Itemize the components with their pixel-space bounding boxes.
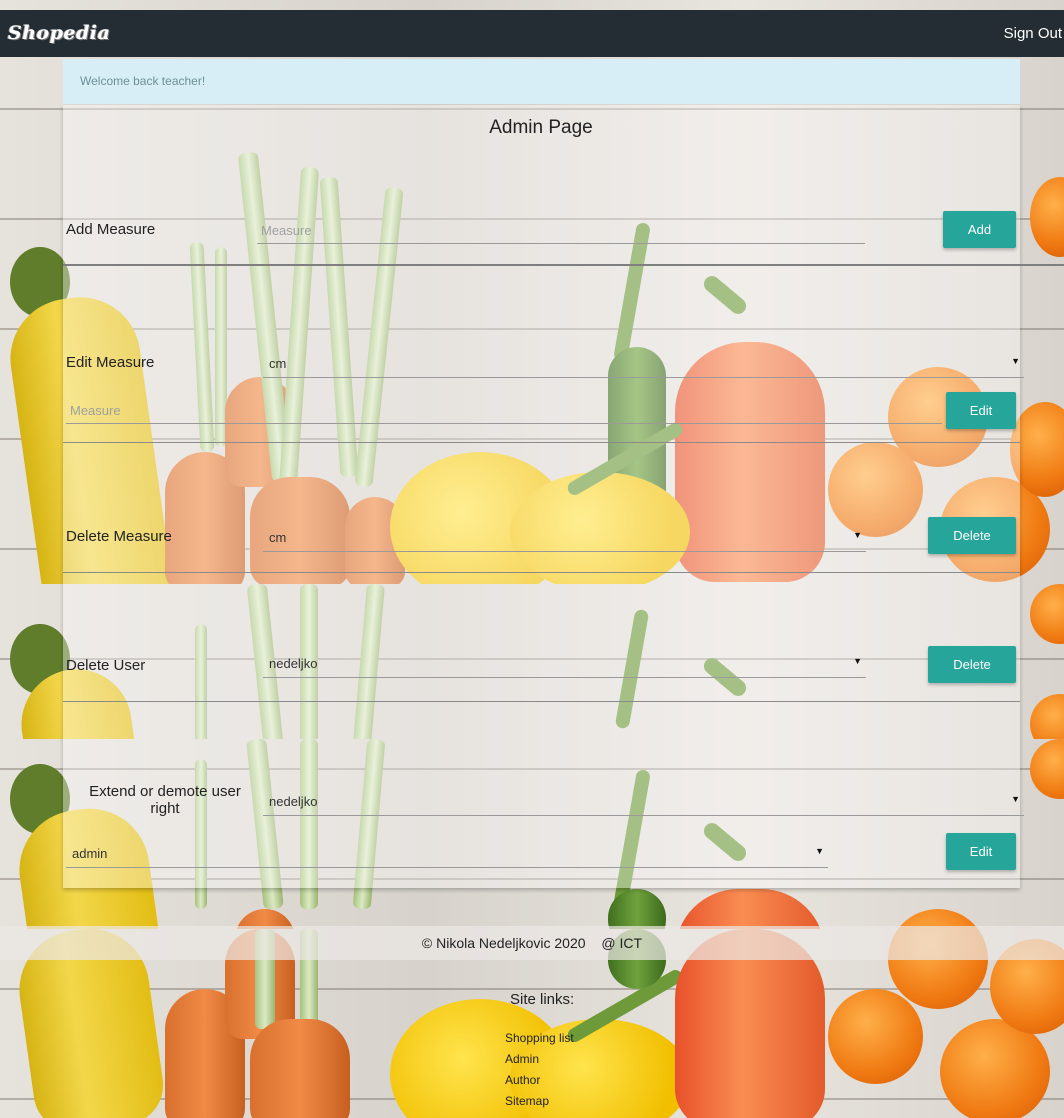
site-links-title: Site links:	[510, 991, 575, 1008]
delete-user-select[interactable]: nedeljko ▼	[263, 652, 866, 678]
user-rights-user-selected: nedeljko	[269, 794, 318, 809]
edit-measure-select[interactable]: cm ▼	[263, 352, 1024, 378]
section-divider	[63, 442, 1020, 443]
user-rights-label: Extend or demote user right	[70, 783, 260, 817]
footer-link-sitemap[interactable]: Sitemap	[505, 1094, 549, 1108]
caret-down-icon: ▼	[1011, 794, 1020, 804]
caret-down-icon: ▼	[815, 846, 824, 856]
footer-copyright: © Nikola Nedeljkovic 2020	[421, 935, 586, 951]
edit-measure-selected: cm	[269, 356, 287, 371]
user-rights-role-select[interactable]: admin ▼	[66, 842, 828, 868]
caret-down-icon: ▼	[1011, 356, 1020, 366]
delete-measure-selected: cm	[269, 530, 287, 545]
section-divider	[63, 701, 1020, 702]
section-divider	[63, 264, 1064, 266]
edit-measure-button[interactable]: Edit	[946, 392, 1016, 429]
sign-out-link[interactable]: Sign Out	[1004, 25, 1062, 42]
delete-user-label: Delete User	[66, 657, 146, 674]
user-rights-edit-button[interactable]: Edit	[946, 833, 1016, 870]
user-rights-role-selected: admin	[72, 846, 108, 861]
footer-bar: © Nikola Nedeljkovic 2020 @ ICT	[0, 926, 1064, 960]
brand-logo[interactable]: Shopedia	[8, 22, 110, 44]
footer-link-author[interactable]: Author	[505, 1073, 540, 1087]
caret-down-icon: ▼	[853, 656, 862, 666]
add-measure-button[interactable]: Add	[943, 211, 1016, 248]
section-divider	[63, 572, 1020, 573]
footer-org: @ ICT	[601, 935, 643, 951]
delete-user-selected: nedeljko	[269, 656, 318, 671]
user-rights-label-line2: right	[150, 800, 180, 817]
delete-user-button[interactable]: Delete	[928, 646, 1016, 683]
footer-link-admin[interactable]: Admin	[505, 1052, 539, 1066]
delete-measure-label: Delete Measure	[66, 528, 172, 545]
caret-down-icon: ▼	[853, 530, 862, 540]
delete-measure-select[interactable]: cm ▼	[263, 526, 866, 552]
user-rights-user-select[interactable]: nedeljko ▼	[263, 790, 1024, 816]
top-navbar: Shopedia Sign Out	[0, 10, 1064, 57]
page-title: Admin Page	[489, 117, 593, 138]
add-measure-input[interactable]	[257, 218, 865, 244]
edit-measure-input[interactable]	[66, 398, 942, 424]
edit-measure-label: Edit Measure	[66, 354, 155, 371]
add-measure-label: Add Measure	[66, 221, 156, 238]
welcome-alert: Welcome back teacher!	[63, 59, 1020, 104]
footer-link-shopping-list[interactable]: Shopping list	[505, 1031, 574, 1045]
delete-measure-button[interactable]: Delete	[928, 517, 1016, 554]
user-rights-label-line1: Extend or demote user	[89, 783, 241, 800]
